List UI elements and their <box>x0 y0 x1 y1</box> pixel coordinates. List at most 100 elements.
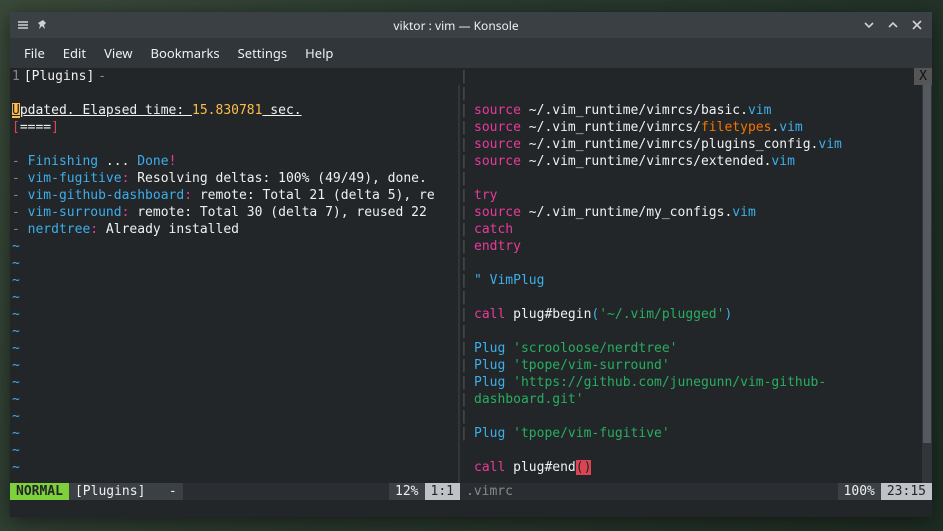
str-cont: dashboard.git' <box>474 392 584 407</box>
plugin: nerdtree <box>28 222 91 237</box>
statusline-left: NORMAL [Plugins] - 12% 1:1 <box>10 483 460 500</box>
tab-close[interactable]: X <box>914 68 932 85</box>
kw-plug: Plug <box>474 358 513 373</box>
bang: ! <box>169 154 177 169</box>
str: 'tpope/vim-surround' <box>513 358 670 373</box>
tilde: ~ <box>12 273 20 288</box>
kw-plug: Plug <box>474 426 513 441</box>
tilde: ~ <box>12 324 20 339</box>
paren-match: ( <box>576 460 584 475</box>
tilde: ~ <box>12 375 20 390</box>
elapsed-time: 15.830781 <box>192 103 262 118</box>
tilde: ~ <box>12 426 20 441</box>
file-name-right: .vimrc <box>460 483 838 500</box>
kw-plug: Plug <box>474 375 513 390</box>
status-text: pdated. Elapsed time: <box>20 103 192 118</box>
ext: vim <box>771 154 794 169</box>
kw-catch: catch <box>474 222 513 237</box>
pin-icon[interactable] <box>36 18 50 32</box>
plugin: vim-surround <box>28 205 122 220</box>
titlebar[interactable]: viktor : vim — Konsole <box>10 12 932 38</box>
tab-sep: - <box>98 68 106 85</box>
line-dash: - <box>12 222 28 237</box>
terminal-area[interactable]: 1 [Plugins] - X Updated. Elapsed time: 1… <box>10 68 932 517</box>
txt: remote: Total 21 (delta 5), re <box>192 188 435 203</box>
ext: vim <box>779 120 802 135</box>
line-dash: - <box>12 205 28 220</box>
right-pane[interactable]: source ~/.vim_runtime/vimrcs/basic.vim s… <box>460 85 932 500</box>
tilde: ~ <box>12 290 20 305</box>
kw-source: source <box>474 120 521 135</box>
terminal-scrollbar[interactable] <box>922 85 932 483</box>
colon: : <box>184 188 192 203</box>
kw-source: source <box>474 103 521 118</box>
mid: filetypes <box>701 120 771 135</box>
paren: ) <box>724 307 732 322</box>
kw-try: try <box>474 188 497 203</box>
command-line[interactable] <box>10 500 932 517</box>
minimize-icon[interactable] <box>862 18 876 32</box>
tilde: ~ <box>12 460 20 475</box>
tilde: ~ <box>12 341 20 356</box>
path: ~/.vim_runtime/my_configs. <box>521 205 732 220</box>
scrollbar-thumb[interactable] <box>923 85 931 443</box>
mode-indicator: NORMAL <box>10 483 69 500</box>
tilde: ~ <box>12 239 20 254</box>
menu-settings[interactable]: Settings <box>238 44 287 62</box>
tab-number[interactable]: 1 <box>10 68 20 85</box>
cursor: U <box>12 103 20 118</box>
ext: vim <box>732 205 755 220</box>
menu-edit[interactable]: Edit <box>63 44 86 62</box>
konsole-window: viktor : vim — Konsole File Edit View Bo… <box>10 12 932 517</box>
kw-source: source <box>474 205 521 220</box>
file-name: [Plugins] - <box>69 483 183 500</box>
kw-endtry: endtry <box>474 239 521 254</box>
path: ~/.vim_runtime/vimrcs/ <box>521 120 701 135</box>
line-dash: - <box>12 154 28 169</box>
done: Done <box>137 154 168 169</box>
status-fill <box>183 483 389 500</box>
menubar: File Edit View Bookmarks Settings Help <box>10 38 932 68</box>
tilde: ~ <box>12 307 20 322</box>
desktop-background: viktor : vim — Konsole File Edit View Bo… <box>0 0 943 531</box>
str: 'tpope/vim-fugitive' <box>513 426 670 441</box>
left-pane[interactable]: Updated. Elapsed time: 15.830781 sec. [=… <box>10 85 460 500</box>
colon: : <box>90 222 98 237</box>
menu-file[interactable]: File <box>24 44 45 62</box>
app-menu-icon[interactable] <box>16 18 30 32</box>
menu-view[interactable]: View <box>104 44 132 62</box>
status-position-right: 23:15 <box>881 483 932 500</box>
tab-label[interactable]: [Plugins] <box>20 68 98 85</box>
split-gutter[interactable]: | | | | | | | | | | | | | | | | | | | | … <box>458 68 472 500</box>
plugin: vim-github-dashboard <box>28 188 185 203</box>
tilde: ~ <box>12 409 20 424</box>
str: 'scrooloose/nerdtree' <box>513 341 677 356</box>
comment: " VimPlug <box>474 273 544 288</box>
txt: Already installed <box>98 222 239 237</box>
txt: ... <box>98 154 137 169</box>
path: ~/.vim_runtime/vimrcs/plugins_config. <box>521 137 818 152</box>
ext: vim <box>818 137 841 152</box>
str: '~/.vim/plugged' <box>599 307 724 322</box>
paren-match: ) <box>584 460 592 475</box>
statusline-right: .vimrc 100% 23:15 <box>460 483 932 500</box>
close-icon[interactable] <box>910 18 924 32</box>
window-title: viktor : vim — Konsole <box>50 17 862 34</box>
status-position: 1:1 <box>425 483 460 500</box>
kw-plug: Plug <box>474 341 513 356</box>
status-percent: 12% <box>389 483 424 500</box>
kw-call: call <box>474 307 505 322</box>
plugin: vim-fugitive <box>28 171 122 186</box>
kw: Finishing <box>28 154 98 169</box>
str: 'https://github.com/junegunn/vim-github- <box>513 375 826 390</box>
progress-bar: ==== <box>20 120 51 135</box>
fn: plug#end <box>505 460 575 475</box>
menu-help[interactable]: Help <box>305 44 333 62</box>
maximize-icon[interactable] <box>886 18 900 32</box>
tilde: ~ <box>12 443 20 458</box>
kw-call: call <box>474 460 505 475</box>
menu-bookmarks[interactable]: Bookmarks <box>151 44 220 62</box>
line-dash: - <box>12 171 28 186</box>
path: ~/.vim_runtime/vimrcs/extended. <box>521 154 771 169</box>
txt: remote: Total 30 (delta 7), reused 22 <box>129 205 426 220</box>
